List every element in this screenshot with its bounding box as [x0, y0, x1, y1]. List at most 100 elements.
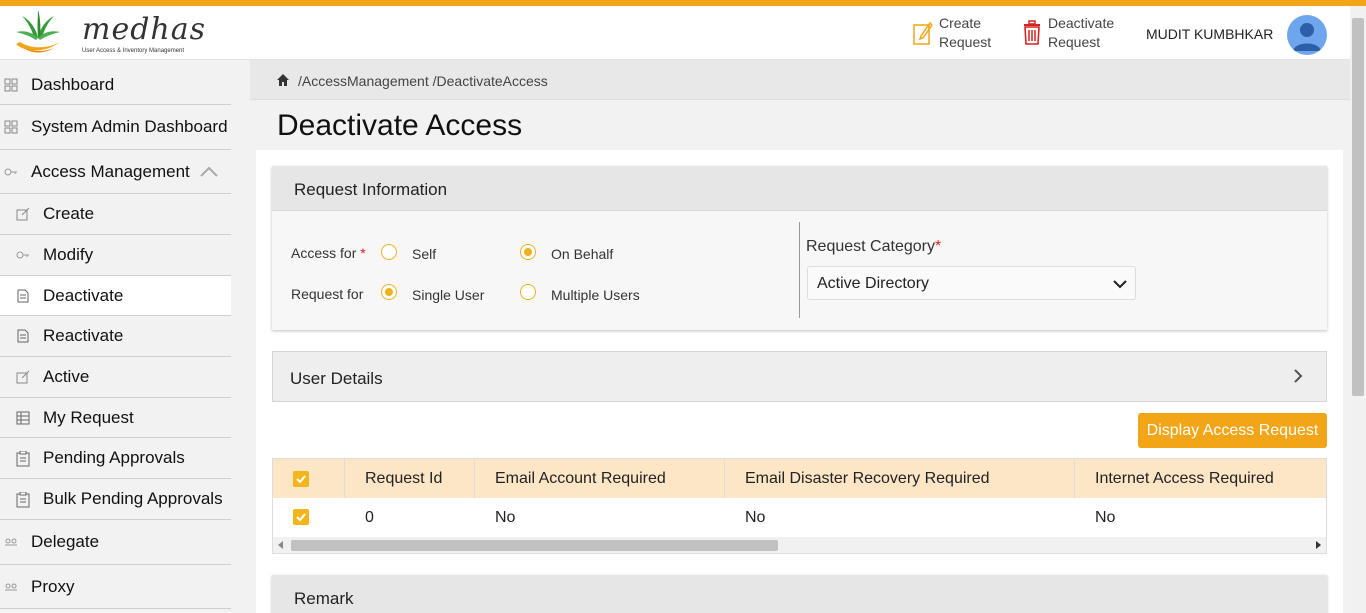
- check-icon: [296, 475, 306, 484]
- sidebar-item-label: Modify: [43, 245, 94, 264]
- key-icon: [4, 165, 18, 179]
- breadcrumb[interactable]: /AccessManagement /DeactivateAccess: [298, 73, 548, 89]
- grid-icon: [4, 120, 18, 134]
- table-icon: [16, 411, 30, 425]
- create-request-line2: Request: [939, 34, 992, 50]
- column-header-request-id[interactable]: Request Id: [345, 459, 475, 498]
- logo-plant-icon: [16, 10, 60, 53]
- request-information-card: Request Information Access for * Self On…: [272, 166, 1327, 330]
- home-icon[interactable]: [276, 73, 290, 87]
- key-icon: [16, 248, 30, 262]
- sidebar-item-reactivate[interactable]: Reactivate: [0, 316, 231, 357]
- sidebar-item-bulk-pending-approvals[interactable]: Bulk Pending Approvals: [0, 479, 231, 520]
- cell-email-account: No: [495, 509, 516, 526]
- request-category-value: Active Directory: [817, 275, 930, 292]
- select-all-checkbox[interactable]: [293, 471, 309, 487]
- sidebar-item-proxy[interactable]: Proxy: [0, 565, 231, 609]
- sidebar-item-access-management[interactable]: Access Management: [0, 150, 231, 194]
- chevron-right-icon: [1294, 369, 1303, 383]
- user-name[interactable]: MUDIT KUMBHKAR: [1146, 26, 1273, 42]
- clipboard-icon: [16, 491, 30, 508]
- column-header-email-account[interactable]: Email Account Required: [475, 459, 725, 498]
- sidebar-item-dashboard[interactable]: Dashboard: [0, 65, 231, 105]
- sidebar-item-pending-approvals[interactable]: Pending Approvals: [0, 438, 231, 479]
- trash-icon: [1024, 20, 1040, 45]
- sidebar-item-active[interactable]: Active: [0, 357, 231, 398]
- access-for-self-radio[interactable]: [381, 244, 397, 260]
- sidebar-item-label: Access Management: [31, 161, 190, 181]
- sidebar-item-label: Active: [43, 367, 90, 386]
- sidebar-item-label: Delegate: [31, 532, 100, 551]
- sidebar-item-deactivate[interactable]: Deactivate: [0, 276, 231, 316]
- required-mark: *: [934, 238, 942, 255]
- request-category-select[interactable]: Active Directory: [807, 266, 1136, 300]
- access-for-text: Access for: [291, 245, 357, 261]
- chevron-up-icon[interactable]: [199, 166, 219, 178]
- user-details-accordion[interactable]: User Details: [272, 351, 1327, 402]
- sidebar-item-modify[interactable]: Modify: [0, 235, 231, 276]
- edit-icon: [913, 21, 933, 45]
- access-for-on-behalf-radio[interactable]: [520, 244, 536, 260]
- app-header: medhas User Access & Inventory Managemen…: [0, 6, 1350, 60]
- sidebar-item-my-request[interactable]: My Request: [0, 398, 231, 438]
- request-for-label: Request for: [291, 286, 364, 302]
- sidebar-item-label: Proxy: [31, 576, 75, 596]
- edit-icon: [16, 207, 30, 221]
- request-category-label: Request Category*: [806, 238, 941, 256]
- display-access-request-button[interactable]: Display Access Request: [1138, 413, 1327, 448]
- request-for-single-user-label[interactable]: Single User: [412, 287, 484, 303]
- app-logo[interactable]: medhas User Access & Inventory Managemen…: [10, 8, 205, 58]
- grid-icon: [4, 78, 18, 92]
- sidebar-item-label: Pending Approvals: [43, 448, 185, 467]
- chevron-down-icon: [1113, 280, 1127, 289]
- clipboard-icon: [16, 450, 30, 467]
- access-for-on-behalf-label[interactable]: On Behalf: [551, 246, 613, 262]
- sidebar-item-label: Reactivate: [43, 326, 124, 345]
- deactivate-request-button[interactable]: Deactivate Request: [1022, 14, 1120, 52]
- sidebar-item-label: System Admin Dashboard: [31, 117, 228, 136]
- user-avatar-icon: [1293, 23, 1321, 51]
- access-for-label: Access for *: [291, 245, 366, 261]
- request-information-header: Request Information: [272, 166, 1327, 211]
- table-header-row: Request Id Email Account Required Email …: [273, 459, 1326, 498]
- sidebar: Dashboard System Admin Dashboard Access …: [0, 60, 250, 613]
- user-details-title: User Details: [290, 369, 383, 388]
- table-horizontal-scrollbar[interactable]: [273, 537, 1326, 553]
- request-for-multiple-users-radio[interactable]: [520, 284, 536, 300]
- page-scrollbar[interactable]: [1350, 6, 1366, 613]
- scroll-right-icon[interactable]: [1314, 541, 1322, 549]
- document-icon: [16, 289, 30, 303]
- remark-title: Remark: [294, 589, 354, 608]
- row-checkbox[interactable]: [293, 509, 309, 525]
- sidebar-item-system-admin-dashboard[interactable]: System Admin Dashboard: [0, 105, 231, 150]
- sidebar-item-label: Dashboard: [31, 74, 115, 94]
- request-for-multiple-users-label[interactable]: Multiple Users: [551, 287, 640, 303]
- remark-card-header: Remark: [272, 575, 1327, 613]
- sidebar-item-label: My Request: [43, 407, 134, 427]
- users-icon: [4, 535, 18, 549]
- cell-internet-access: No: [1095, 509, 1116, 526]
- document-icon: [16, 329, 30, 343]
- logo-wordmark: medhas: [82, 12, 207, 47]
- avatar[interactable]: [1287, 15, 1327, 55]
- sidebar-item-delegate[interactable]: Delegate: [0, 520, 231, 565]
- column-header-internet-access[interactable]: Internet Access Required: [1075, 459, 1326, 498]
- sidebar-item-create[interactable]: Create: [0, 194, 231, 235]
- access-request-table: Request Id Email Account Required Email …: [272, 458, 1327, 554]
- cell-request-id: 0: [365, 509, 374, 526]
- table-scroll-thumb[interactable]: [291, 540, 778, 551]
- access-for-self-label[interactable]: Self: [412, 246, 436, 262]
- create-request-button[interactable]: Create Request: [913, 14, 1011, 52]
- request-for-single-user-radio[interactable]: [381, 284, 397, 300]
- create-request-line1: Create: [939, 15, 982, 31]
- request-category-text: Request Category: [806, 238, 935, 255]
- deactivate-request-line1: Deactivate: [1048, 15, 1115, 31]
- check-icon: [296, 513, 306, 522]
- scroll-left-icon[interactable]: [277, 541, 285, 549]
- sidebar-item-label: Deactivate: [43, 285, 124, 305]
- deactivate-request-line2: Request: [1048, 34, 1101, 50]
- page-scroll-thumb[interactable]: [1352, 18, 1364, 396]
- select-all-cell: [273, 459, 345, 498]
- request-information-title: Request Information: [294, 180, 448, 199]
- column-header-email-dr[interactable]: Email Disaster Recovery Required: [725, 459, 1075, 498]
